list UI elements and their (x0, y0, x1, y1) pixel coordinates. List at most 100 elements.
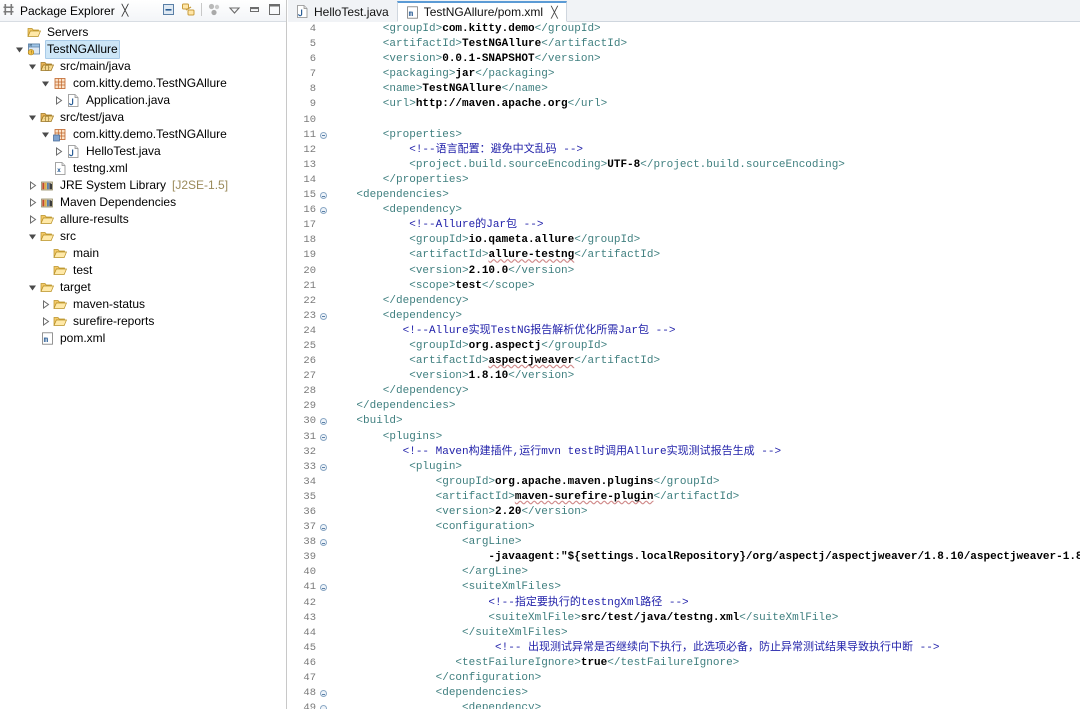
tree-item-src-main-java[interactable]: {} src/main/java (0, 58, 286, 75)
code-line[interactable]: 31 <plugins> (288, 430, 1080, 445)
expand-arrow-open-icon[interactable] (13, 45, 26, 54)
code-line[interactable]: 28 </dependency> (288, 384, 1080, 399)
code-line[interactable]: 11 <properties> (288, 128, 1080, 143)
tree-item-maven-dependencies[interactable]: Maven Dependencies (0, 194, 286, 211)
fold-toggle-icon[interactable] (318, 203, 330, 218)
xml-source-editor[interactable]: 4 <groupId>com.kitty.demo</groupId> 5 <ar… (288, 22, 1080, 709)
fold-toggle-icon[interactable] (318, 128, 330, 143)
tree-item-main[interactable]: main (0, 245, 286, 262)
code-line[interactable]: 34 <groupId>org.apache.maven.plugins</gr… (288, 475, 1080, 490)
fold-toggle-icon[interactable] (318, 188, 330, 203)
minimize-icon[interactable] (247, 2, 262, 17)
editor-tab-hellotest-java[interactable]: HelloTest.java (288, 1, 397, 22)
tree-item-application-java[interactable]: Application.java (0, 92, 286, 109)
expand-arrow-open-icon[interactable] (39, 79, 52, 88)
expand-arrow-open-icon[interactable] (39, 130, 52, 139)
fold-toggle-icon[interactable] (318, 535, 330, 550)
close-icon[interactable]: ╳ (122, 4, 129, 17)
code-line[interactable]: 39 -javaagent:"${settings.localRepositor… (288, 550, 1080, 565)
expand-arrow-open-icon[interactable] (26, 283, 39, 292)
link-with-editor-icon[interactable] (181, 2, 196, 17)
code-line[interactable]: 45 <!-- 出现测试异常是否继续向下执行，此选项必备，防止异常测试结果导致执… (288, 641, 1080, 656)
expand-arrow-open-icon[interactable] (26, 232, 39, 241)
code-line[interactable]: 26 <artifactId>aspectjweaver</artifactId… (288, 354, 1080, 369)
expand-arrow-open-icon[interactable] (26, 113, 39, 122)
fold-toggle-icon[interactable] (318, 686, 330, 701)
code-line[interactable]: 27 <version>1.8.10</version> (288, 369, 1080, 384)
project-tree[interactable]: Servers M! TestNGAllure{} src/main/java com.… (0, 22, 286, 347)
code-line[interactable]: 46 <testFailureIgnore>true</testFailureI… (288, 656, 1080, 671)
tree-item-src[interactable]: src (0, 228, 286, 245)
tree-item-test[interactable]: test (0, 262, 286, 279)
code-line[interactable]: 38 <argLine> (288, 535, 1080, 550)
code-line[interactable]: 40 </argLine> (288, 565, 1080, 580)
tree-item-src-test-java[interactable]: {} src/test/java (0, 109, 286, 126)
code-line[interactable]: 9 <url>http://maven.apache.org</url> (288, 97, 1080, 112)
code-line[interactable]: 36 <version>2.20</version> (288, 505, 1080, 520)
tree-item-allure-results[interactable]: allure-results (0, 211, 286, 228)
expand-arrow-open-icon[interactable] (26, 62, 39, 71)
code-line[interactable]: 32 <!-- Maven构建插件,运行mvn test时调用Allure实现测… (288, 445, 1080, 460)
code-line[interactable]: 47 </configuration> (288, 671, 1080, 686)
code-line[interactable]: 48 <dependencies> (288, 686, 1080, 701)
expand-arrow-closed-icon[interactable] (26, 215, 39, 224)
tree-item-target[interactable]: target (0, 279, 286, 296)
code-line[interactable]: 22 </dependency> (288, 294, 1080, 309)
expand-arrow-closed-icon[interactable] (52, 96, 65, 105)
focus-on-active-task-icon[interactable] (207, 2, 222, 17)
code-line[interactable]: 42 <!--指定要执行的testngXml路径 --> (288, 596, 1080, 611)
code-line[interactable]: 21 <scope>test</scope> (288, 279, 1080, 294)
code-line[interactable]: 15 <dependencies> (288, 188, 1080, 203)
package-explorer-tab[interactable]: Package Explorer ╳ (0, 3, 128, 19)
code-line[interactable]: 41 <suiteXmlFiles> (288, 580, 1080, 595)
code-line[interactable]: 30 <build> (288, 414, 1080, 429)
close-icon[interactable]: ╳ (551, 6, 558, 19)
code-line[interactable]: 7 <packaging>jar</packaging> (288, 67, 1080, 82)
tree-item-hellotest-java[interactable]: HelloTest.java (0, 143, 286, 160)
code-line[interactable]: 6 <version>0.0.1-SNAPSHOT</version> (288, 52, 1080, 67)
code-line[interactable]: 19 <artifactId>allure-testng</artifactId… (288, 248, 1080, 263)
tree-item-testng-xml[interactable]: x testng.xml (0, 160, 286, 177)
code-line[interactable]: 4 <groupId>com.kitty.demo</groupId> (288, 22, 1080, 37)
code-line[interactable]: 14 </properties> (288, 173, 1080, 188)
code-line[interactable]: 43 <suiteXmlFile>src/test/java/testng.xm… (288, 611, 1080, 626)
fold-toggle-icon[interactable] (318, 430, 330, 445)
view-menu-icon[interactable] (227, 2, 242, 17)
tree-item-pom-xml[interactable]: m pom.xml (0, 330, 286, 347)
maximize-icon[interactable] (267, 2, 282, 17)
code-line[interactable]: 29 </dependencies> (288, 399, 1080, 414)
code-line[interactable]: 20 <version>2.10.0</version> (288, 264, 1080, 279)
code-line[interactable]: 10 (288, 113, 1080, 128)
fold-toggle-icon[interactable] (318, 580, 330, 595)
code-line[interactable]: 33 <plugin> (288, 460, 1080, 475)
fold-toggle-icon[interactable] (318, 460, 330, 475)
tree-item-com-kitty-demo-testngallure[interactable]: com.kitty.demo.TestNGAllure (0, 75, 286, 92)
code-line[interactable]: 44 </suiteXmlFiles> (288, 626, 1080, 641)
code-line[interactable]: 16 <dependency> (288, 203, 1080, 218)
tree-item-maven-status[interactable]: maven-status (0, 296, 286, 313)
collapse-all-icon[interactable] (161, 2, 176, 17)
code-line[interactable]: 23 <dependency> (288, 309, 1080, 324)
code-line[interactable]: 24 <!--Allure实现TestNG报告解析优化所需Jar包 --> (288, 324, 1080, 339)
expand-arrow-closed-icon[interactable] (39, 317, 52, 326)
fold-toggle-icon[interactable] (318, 309, 330, 324)
editor-tab-testngallure-pom-xml[interactable]: m TestNGAllure/pom.xml ╳ (396, 1, 567, 22)
code-line[interactable]: 18 <groupId>io.qameta.allure</groupId> (288, 233, 1080, 248)
tree-item-com-kitty-demo-testngallure[interactable]: com.kitty.demo.TestNGAllure (0, 126, 286, 143)
code-line[interactable]: 13 <project.build.sourceEncoding>UTF-8</… (288, 158, 1080, 173)
code-line[interactable]: 35 <artifactId>maven-surefire-plugin</ar… (288, 490, 1080, 505)
tree-item-testngallure[interactable]: M! TestNGAllure (0, 40, 286, 59)
fold-toggle-icon[interactable] (318, 701, 330, 709)
code-line[interactable]: 5 <artifactId>TestNGAllure</artifactId> (288, 37, 1080, 52)
code-line[interactable]: 12 <!--语言配置：避免中文乱码 --> (288, 143, 1080, 158)
fold-toggle-icon[interactable] (318, 414, 330, 429)
expand-arrow-closed-icon[interactable] (26, 198, 39, 207)
tree-item-jre-system-library[interactable]: JRE System Library [J2SE-1.5] (0, 177, 286, 194)
code-line[interactable]: 49 <dependency> (288, 701, 1080, 709)
tree-item-servers[interactable]: Servers (0, 24, 286, 41)
expand-arrow-closed-icon[interactable] (52, 147, 65, 156)
expand-arrow-closed-icon[interactable] (39, 300, 52, 309)
expand-arrow-closed-icon[interactable] (26, 181, 39, 190)
code-line[interactable]: 37 <configuration> (288, 520, 1080, 535)
tree-item-surefire-reports[interactable]: surefire-reports (0, 313, 286, 330)
